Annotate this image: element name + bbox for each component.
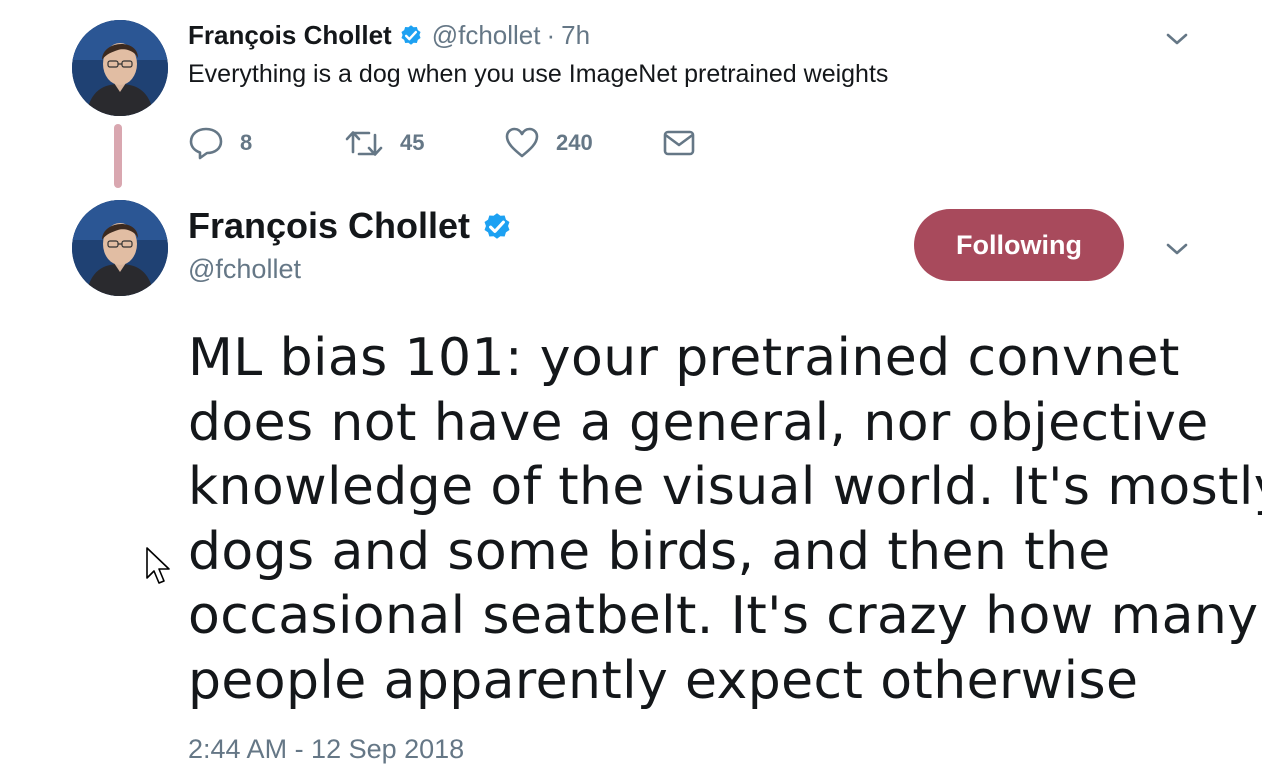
verified-badge-icon — [480, 209, 514, 243]
like-button[interactable]: 240 — [504, 126, 662, 160]
mouse-cursor-icon — [144, 546, 172, 591]
main-author-name[interactable]: François Chollet — [188, 205, 470, 247]
parent-tweet-header: François Chollet @fchollet · 7h — [188, 18, 590, 52]
direct-message-button[interactable] — [662, 128, 702, 158]
tweet-text-line: knowledge of the visual world. It's most… — [188, 457, 1262, 518]
retweet-icon — [344, 126, 384, 160]
like-count: 240 — [556, 130, 593, 155]
following-button[interactable]: Following — [914, 209, 1124, 281]
parent-tweet-time[interactable]: 7h — [561, 20, 590, 51]
main-tweet-name-row: François Chollet — [188, 202, 514, 250]
thread-connector-line — [114, 124, 122, 188]
main-author-handle[interactable]: @fchollet — [188, 254, 301, 285]
tweet-timestamp[interactable]: 2:44 AM - 12 Sep 2018 — [188, 734, 464, 765]
heart-icon — [504, 126, 540, 160]
reply-icon — [188, 126, 224, 160]
tweet-text-line: does not have a general, nor objective — [188, 392, 1209, 453]
chevron-down-icon[interactable] — [1162, 234, 1192, 264]
retweet-count: 45 — [400, 130, 425, 155]
user-avatar-icon — [72, 200, 168, 296]
parent-author-handle[interactable]: @fchollet — [432, 20, 541, 51]
reply-count: 8 — [240, 130, 253, 155]
retweet-button[interactable]: 45 — [344, 126, 504, 160]
tweet-text-line: people apparently expect otherwise — [188, 650, 1139, 711]
envelope-icon — [662, 128, 696, 158]
header-separator: · — [546, 19, 556, 50]
main-tweet-text: ML bias 101: your pretrained convnet doe… — [188, 326, 1262, 714]
parent-author-avatar[interactable] — [72, 20, 168, 116]
verified-badge-icon — [398, 22, 424, 48]
chevron-down-icon[interactable] — [1162, 24, 1192, 54]
user-avatar-icon — [72, 20, 168, 116]
parent-author-name[interactable]: François Chollet — [188, 20, 392, 51]
tweet-text-line: dogs and some birds, and then the — [188, 521, 1111, 582]
tweet-text-line: occasional seatbelt. It's crazy how many — [188, 586, 1259, 647]
parent-tweet-text: Everything is a dog when you use ImageNe… — [188, 60, 889, 88]
main-author-avatar[interactable] — [72, 200, 168, 296]
tweet-text-line: ML bias 101: your pretrained convnet — [188, 328, 1180, 388]
parent-tweet-actions: 8 45 240 — [188, 122, 702, 164]
reply-button[interactable]: 8 — [188, 126, 344, 160]
